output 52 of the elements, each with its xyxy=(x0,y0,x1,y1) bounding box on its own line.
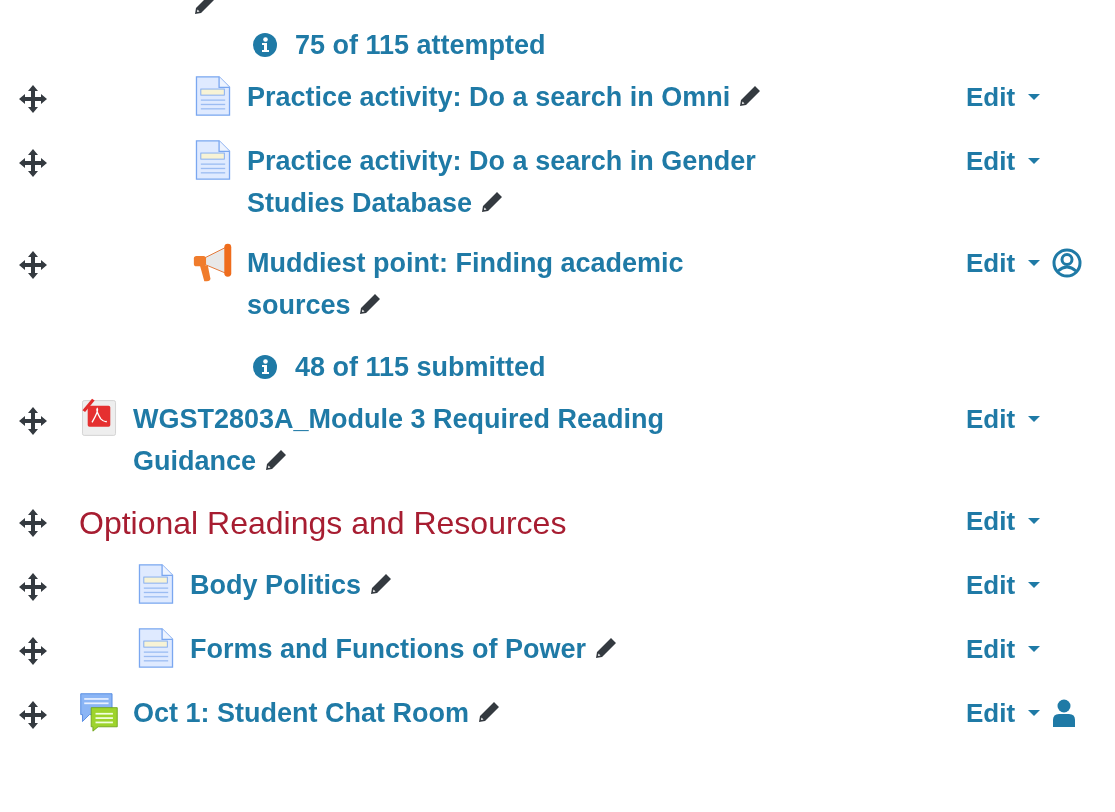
move-icon[interactable] xyxy=(18,636,48,666)
caret-icon xyxy=(1028,517,1041,525)
edit-menu-button[interactable]: Edit xyxy=(966,247,1041,279)
move-icon[interactable] xyxy=(18,700,48,730)
caret-icon xyxy=(1028,259,1041,267)
activity-link[interactable]: Muddiest point: Finding academic sources xyxy=(247,242,776,326)
caret-icon xyxy=(1028,93,1041,101)
move-icon[interactable] xyxy=(18,148,48,178)
megaphone-icon xyxy=(193,242,233,282)
document-icon xyxy=(136,628,176,668)
pencil-icon[interactable] xyxy=(358,292,383,316)
chat-bubbles-icon xyxy=(79,692,119,732)
pencil-icon[interactable] xyxy=(368,572,393,596)
info-icon xyxy=(253,355,277,379)
edit-menu-button[interactable]: Edit xyxy=(966,505,1041,537)
pencil-icon[interactable] xyxy=(263,448,288,472)
edit-menu-button[interactable]: Edit xyxy=(966,697,1041,729)
move-icon[interactable] xyxy=(18,572,48,602)
edit-menu-button[interactable]: Edit xyxy=(966,403,1041,435)
caret-icon xyxy=(1028,645,1041,653)
user-circle-icon[interactable] xyxy=(1052,248,1083,278)
completion-info: 48 of 115 submitted xyxy=(295,351,546,383)
user-icon[interactable] xyxy=(1052,698,1077,728)
move-icon[interactable] xyxy=(18,84,48,114)
edit-menu-button[interactable]: Edit xyxy=(966,633,1041,665)
move-icon[interactable] xyxy=(18,250,48,280)
activity-link[interactable]: WGST2803A_Module 3 Required Reading Guidance xyxy=(133,398,776,482)
activity-link[interactable]: Practice activity: Do a search in Omni xyxy=(247,76,762,118)
info-icon xyxy=(253,33,277,57)
caret-icon xyxy=(1028,709,1041,717)
caret-icon xyxy=(1028,157,1041,165)
document-icon xyxy=(193,76,233,116)
edit-menu-button[interactable]: Edit xyxy=(966,569,1041,601)
caret-icon xyxy=(1028,415,1041,423)
activity-link[interactable]: Forms and Functions of Power xyxy=(190,628,618,670)
section-heading: Optional Readings and Resources xyxy=(79,504,567,543)
edit-menu-button[interactable]: Edit xyxy=(966,145,1041,177)
activity-link[interactable]: Oct 1: Student Chat Room xyxy=(133,692,501,734)
document-icon xyxy=(193,140,233,180)
pencil-icon[interactable] xyxy=(737,84,762,108)
activity-link[interactable]: Body Politics xyxy=(190,564,393,606)
activity-link[interactable]: Practice activity: Do a search in Gender Studies Database xyxy=(247,140,776,224)
pencil-icon[interactable] xyxy=(479,190,504,214)
completion-info: 75 of 115 attempted xyxy=(295,29,546,61)
move-icon[interactable] xyxy=(18,508,48,538)
caret-icon xyxy=(1028,581,1041,589)
move-icon[interactable] xyxy=(18,406,48,436)
document-icon xyxy=(136,564,176,604)
pencil-icon[interactable] xyxy=(593,636,618,660)
pencil-icon[interactable] xyxy=(476,700,501,724)
edit-menu-button[interactable]: Edit xyxy=(966,81,1041,113)
pdf-file-icon xyxy=(79,398,119,438)
